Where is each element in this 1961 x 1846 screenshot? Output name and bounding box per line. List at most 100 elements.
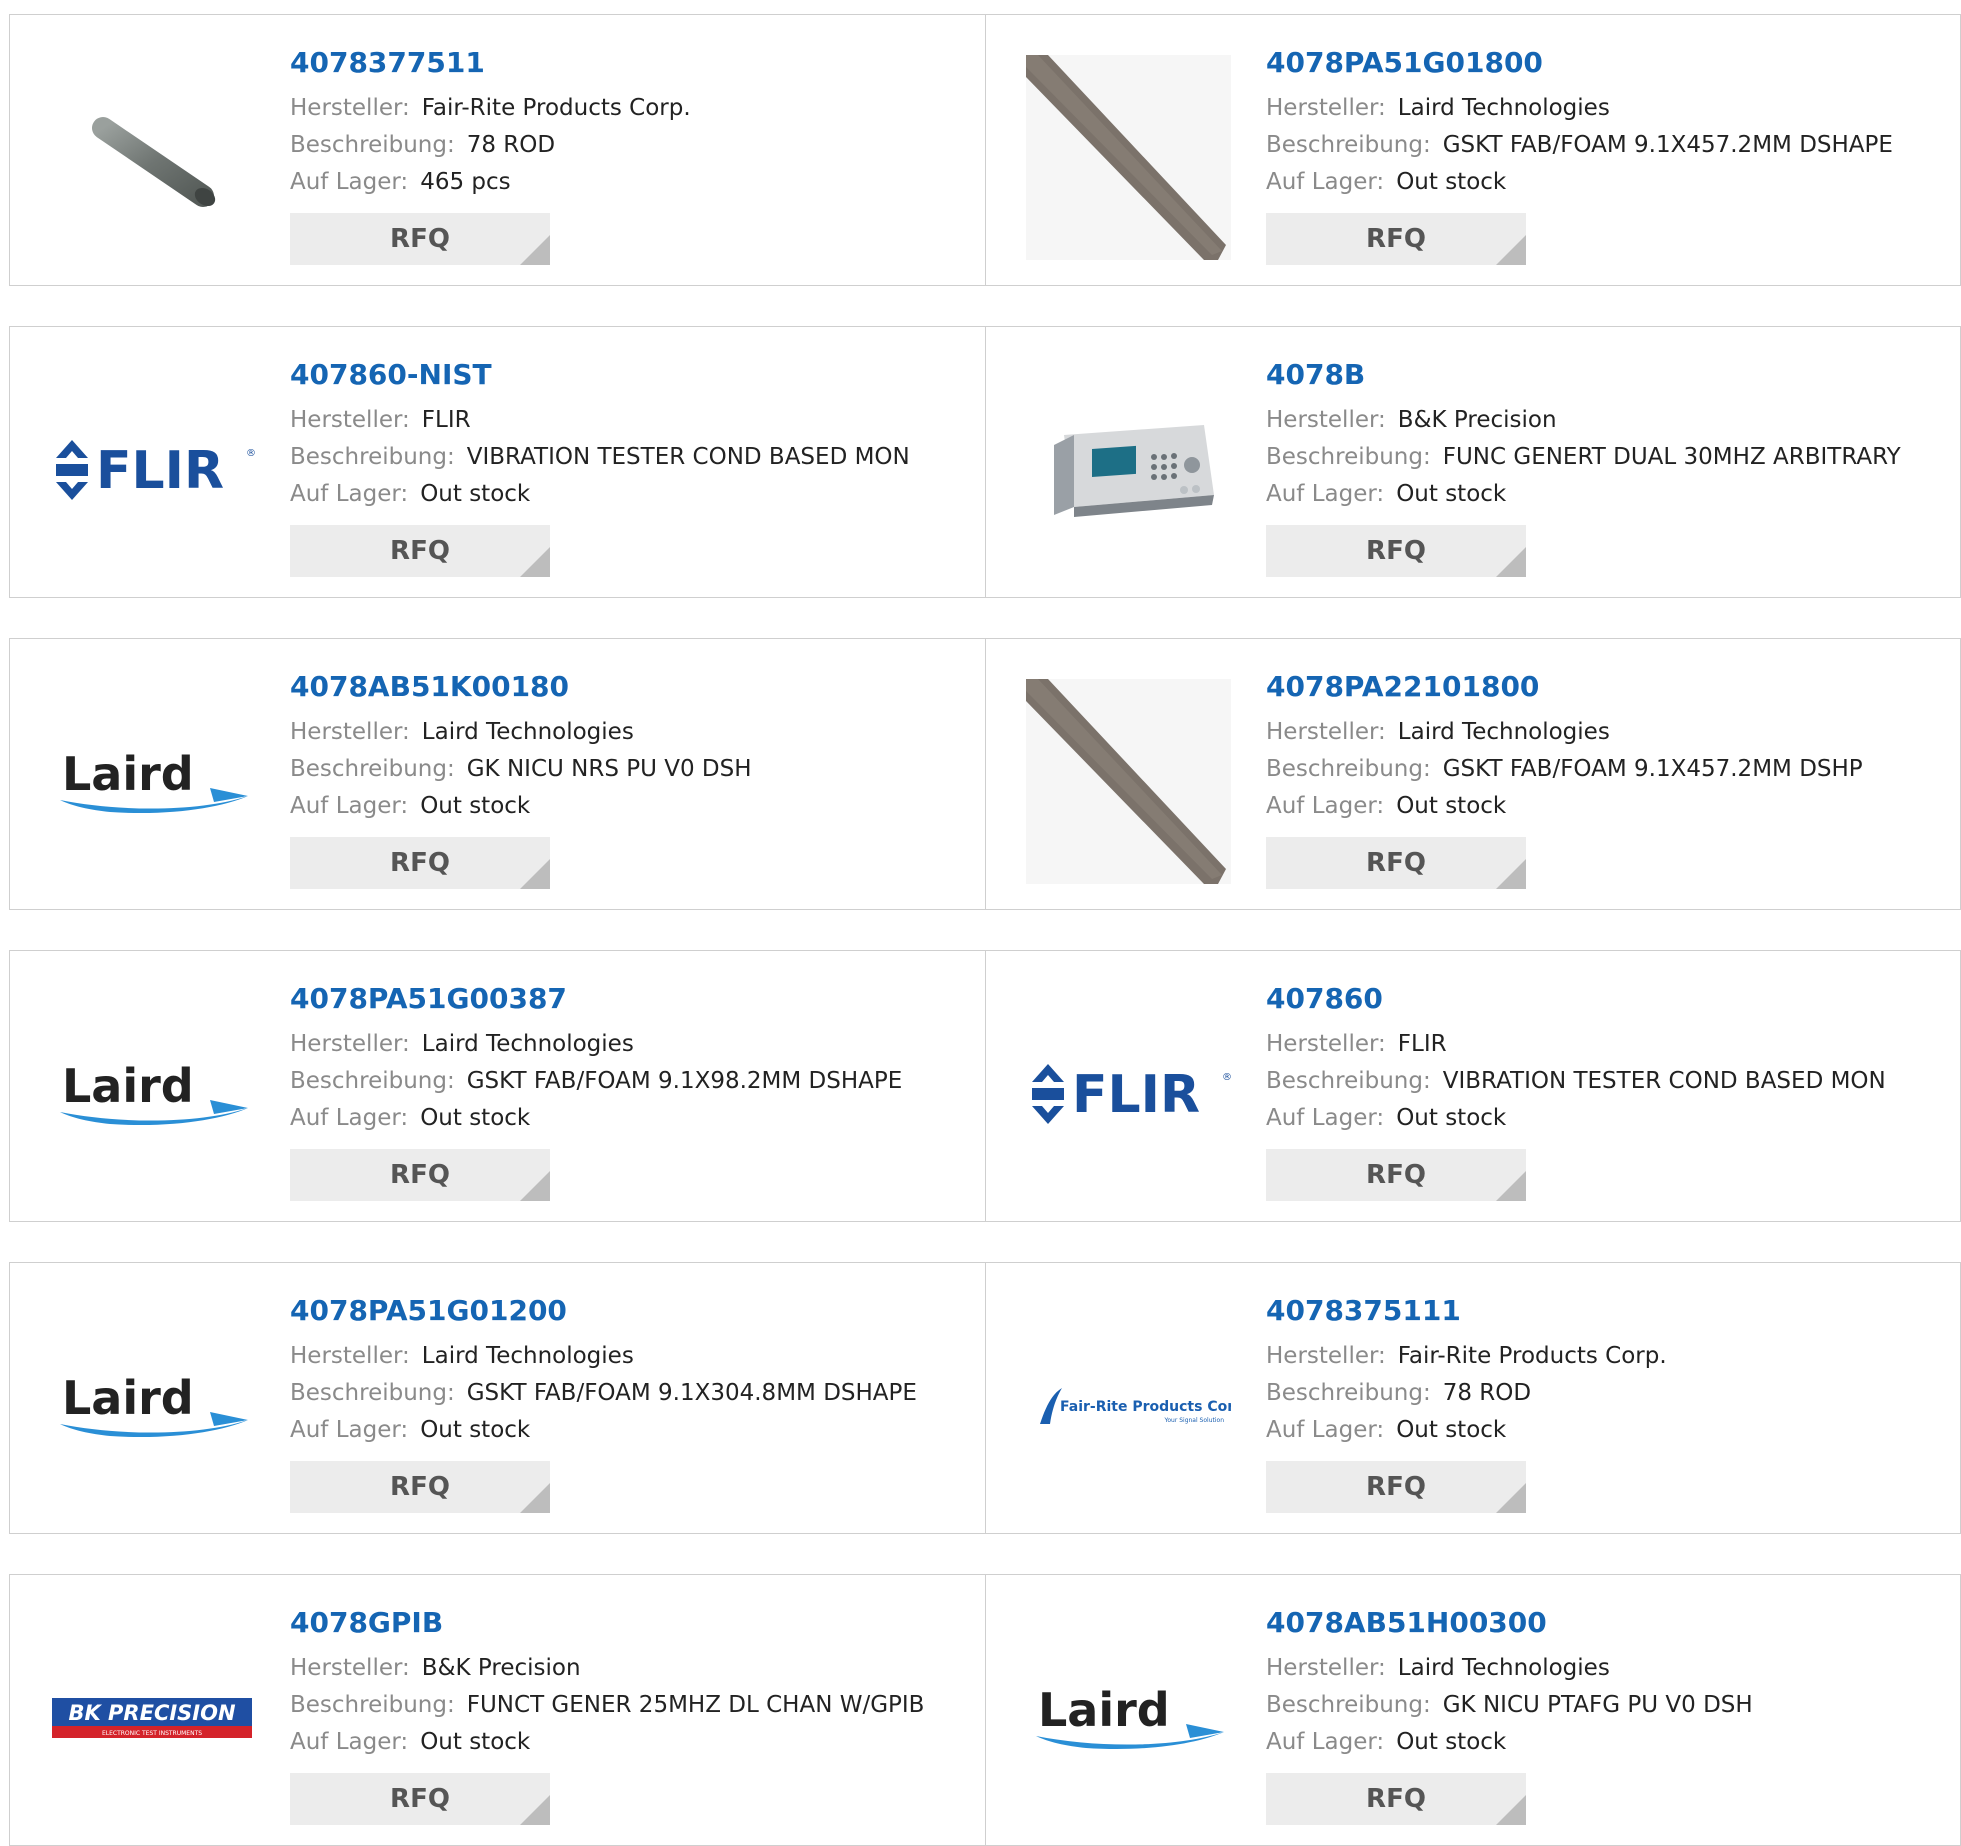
stock-line: Auf Lager: Out stock [1266,1412,1950,1449]
rfq-button[interactable]: RFQ [290,1149,550,1201]
corner-triangle-icon [520,1483,550,1513]
manufacturer-line: Hersteller: Laird Technologies [1266,90,1950,127]
manufacturer-value: Fair-Rite Products Corp. [421,95,691,121]
description-line: Beschreibung: GSKT FAB/FOAM 9.1X98.2MM DS… [290,1063,975,1100]
stock-value: Out stock [1396,1729,1507,1755]
stock-label: Auf Lager: [1266,1417,1385,1443]
fair-rite-logo: Fair-Rite Products Corp. Your Signal Solu… [1026,1303,1231,1508]
svg-text:®: ® [246,448,255,459]
description-line: Beschreibung: GSKT FAB/FOAM 9.1X304.8MM D… [290,1375,975,1412]
product-card: BK PRECISION ELECTRONIC TEST INSTRUMENTS 4… [10,1575,985,1845]
corner-triangle-icon [520,547,550,577]
gray-rod-image [50,55,255,260]
flir-wordmark: FLIR [96,441,224,501]
stock-label: Auf Lager: [1266,1729,1385,1755]
rfq-button[interactable]: RFQ [290,1773,550,1825]
description-label: Beschreibung: [290,1380,455,1406]
manufacturer-value: B&K Precision [421,1655,581,1681]
corner-triangle-icon [1496,1171,1526,1201]
description-label: Beschreibung: [1266,1380,1431,1406]
description-value: GSKT FAB/FOAM 9.1X457.2MM DSHP [1442,756,1863,782]
description-line: Beschreibung: GSKT FAB/FOAM 9.1X457.2MM D… [1266,751,1950,788]
stock-value: Out stock [420,1105,531,1131]
part-number-link[interactable]: 407860 [1266,981,1950,1017]
rfq-button[interactable]: RFQ [290,1461,550,1513]
rfq-button[interactable]: RFQ [1266,837,1526,889]
part-number-link[interactable]: 4078B [1266,357,1950,393]
rfq-button-label: RFQ [390,1472,450,1502]
part-number-link[interactable]: 4078PA22101800 [1266,669,1950,705]
manufacturer-label: Hersteller: [290,1655,410,1681]
rfq-button[interactable]: RFQ [1266,1461,1526,1513]
manufacturer-line: Hersteller: Laird Technologies [1266,1650,1950,1687]
description-label: Beschreibung: [290,1068,455,1094]
part-number-link[interactable]: 407860-NIST [290,357,975,393]
corner-triangle-icon [520,859,550,889]
corner-triangle-icon [1496,859,1526,889]
part-number-link[interactable]: 4078377511 [290,45,975,81]
manufacturer-line: Hersteller: B&K Precision [290,1650,975,1687]
description-label: Beschreibung: [1266,1692,1431,1718]
product-row: 4078377511 Hersteller: Fair-Rite Products … [9,14,1961,286]
manufacturer-label: Hersteller: [1266,719,1386,745]
stock-value: Out stock [1396,1417,1507,1443]
rfq-button-label: RFQ [390,1160,450,1190]
stock-line: Auf Lager: Out stock [1266,1100,1950,1137]
corner-triangle-icon [1496,1483,1526,1513]
rfq-button-label: RFQ [390,536,450,566]
rfq-button[interactable]: RFQ [290,525,550,577]
description-line: Beschreibung: 78 ROD [290,127,975,164]
part-number-link[interactable]: 4078PA51G01800 [1266,45,1950,81]
part-number-link[interactable]: 4078AB51K00180 [290,669,975,705]
description-line: Beschreibung: GK NICU PTAFG PU V0 DSH [1266,1687,1950,1724]
manufacturer-value: FLIR [421,407,471,433]
stock-label: Auf Lager: [290,1417,409,1443]
stock-line: Auf Lager: Out stock [1266,164,1950,201]
stock-label: Auf Lager: [1266,481,1385,507]
svg-text:®: ® [1222,1072,1231,1083]
stock-line: Auf Lager: Out stock [290,476,975,513]
stock-label: Auf Lager: [290,481,409,507]
rfq-button[interactable]: RFQ [1266,213,1526,265]
manufacturer-line: Hersteller: B&K Precision [1266,402,1950,439]
description-label: Beschreibung: [1266,444,1431,470]
manufacturer-value: B&K Precision [1397,407,1557,433]
rfq-button[interactable]: RFQ [290,837,550,889]
product-row: Laird 4078PA51G00387 Hersteller: Laird Tech… [9,950,1961,1222]
corner-triangle-icon [520,1795,550,1825]
rfq-button[interactable]: RFQ [1266,525,1526,577]
rfq-button-label: RFQ [1366,224,1426,254]
manufacturer-value: Laird Technologies [1397,95,1610,121]
product-row: BK PRECISION ELECTRONIC TEST INSTRUMENTS 4… [9,1574,1961,1846]
part-number-link[interactable]: 4078AB51H00300 [1266,1605,1950,1641]
manufacturer-value: Laird Technologies [1397,719,1610,745]
stock-value: Out stock [420,1417,531,1443]
manufacturer-label: Hersteller: [1266,1031,1386,1057]
product-info: 4078377511 Hersteller: Fair-Rite Products … [290,45,975,265]
description-line: Beschreibung: 78 ROD [1266,1375,1950,1412]
rfq-button[interactable]: RFQ [1266,1773,1526,1825]
stock-value: Out stock [420,1729,531,1755]
corner-triangle-icon [1496,235,1526,265]
product-row: Laird 4078PA51G01200 Hersteller: Laird Tech… [9,1262,1961,1534]
rfq-button-label: RFQ [1366,1784,1426,1814]
stock-label: Auf Lager: [290,1729,409,1755]
part-number-link[interactable]: 4078PA51G01200 [290,1293,975,1329]
product-row: Laird 4078AB51K00180 Hersteller: Laird Tech… [9,638,1961,910]
description-value: GSKT FAB/FOAM 9.1X457.2MM DSHAPE [1442,132,1893,158]
description-value: 78 ROD [466,132,556,158]
product-info: 4078AB51K00180 Hersteller: Laird Technolog… [290,669,975,889]
part-number-link[interactable]: 4078GPIB [290,1605,975,1641]
manufacturer-label: Hersteller: [290,407,410,433]
manufacturer-line: Hersteller: Laird Technologies [290,1026,975,1063]
product-card: Laird 4078PA51G01200 Hersteller: Laird Tech… [10,1263,985,1533]
part-number-link[interactable]: 4078PA51G00387 [290,981,975,1017]
rfq-button[interactable]: RFQ [1266,1149,1526,1201]
rfq-button[interactable]: RFQ [290,213,550,265]
stock-value: Out stock [1396,793,1507,819]
part-number-link[interactable]: 4078375111 [1266,1293,1950,1329]
product-card: Laird 4078AB51K00180 Hersteller: Laird Tech… [10,639,985,909]
manufacturer-value: Laird Technologies [1397,1655,1610,1681]
description-line: Beschreibung: FUNC GENERT DUAL 30MHZ ARBI… [1266,439,1950,476]
corner-triangle-icon [1496,547,1526,577]
